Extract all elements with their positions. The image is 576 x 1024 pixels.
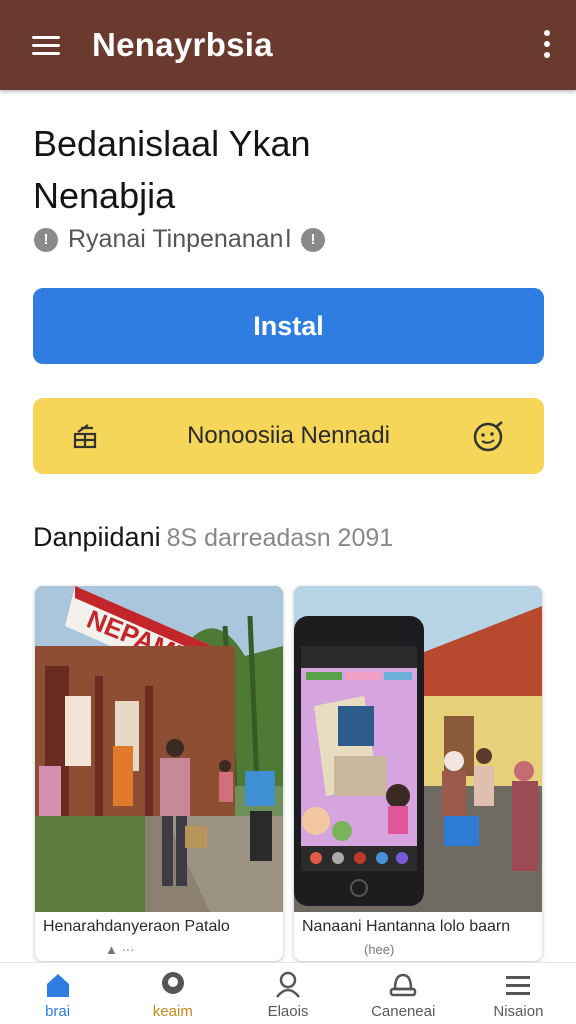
emoji-icon [473,421,503,452]
nav-item-elaois[interactable]: Elaois [230,963,345,1024]
screenshot-card[interactable]: NEPAMI Henarahdanyeraon Patalo ▲ ··· [35,586,283,961]
card-caption: Henarahdanyeraon Patalo [43,918,230,935]
app-title-line1: Bedanislaal Ykan [33,123,311,164]
nav-label: Nisaion [493,1003,544,1020]
nav-label: keaim [152,1003,193,1020]
alert-icon: ! [301,227,326,252]
bottom-navigation: brai keaim Elaois Caneneai Nisaion [0,962,576,1024]
nav-item-keaim[interactable]: keaim [115,963,230,1024]
share-icon [73,424,97,449]
card-caption: Nanaani Hantanna lolo baarn [302,918,511,935]
home-icon [46,974,69,997]
nav-label: Elaois [267,1003,309,1020]
person-icon [276,971,300,998]
app-bar-title: Nenayrbsia [92,26,273,63]
card-meta: ▲ ··· [105,942,135,957]
nav-label: brai [45,1003,71,1020]
menu-icon [506,976,531,995]
app-title: Bedanislaal Ykan Nenabjia [33,118,453,222]
more-vert-icon[interactable] [544,30,550,58]
screenshot-card[interactable]: Nanaani Hantanna lolo baarn (hee) [294,586,542,961]
hamburger-icon[interactable] [32,28,66,62]
developer-row[interactable]: ! Ryanai Tinpenananl ! [34,225,326,254]
developer-name: Ryanai Tinpenananl [68,225,292,253]
nav-label: Caneneai [371,1003,436,1020]
secondary-action-button[interactable]: Nonoosiia Nennadi [33,398,544,474]
section-title: Danpiidani [33,522,161,552]
install-button[interactable]: Instal [33,288,544,364]
app-bar: Nenayrbsia [0,0,576,90]
secondary-action-label: Nonoosiia Nennadi [187,422,390,449]
app-title-line2: Nenabjia [33,175,176,216]
card-meta: (hee) [364,942,395,957]
village-office-image: NEPAMI [35,586,283,912]
nav-item-nisaion[interactable]: Nisaion [461,963,576,1024]
nav-item-caneneai[interactable]: Caneneai [346,963,461,1024]
info-icon: ! [34,227,58,252]
pin-icon [161,972,184,994]
screenshots-header: Danpiidani 8S darreadasn 2091 [33,522,393,553]
nav-item-home[interactable]: brai [0,963,115,1024]
section-subtitle: 8S darreadasn 2091 [166,524,394,552]
account-icon [389,973,417,997]
phone-app-image [294,586,542,912]
